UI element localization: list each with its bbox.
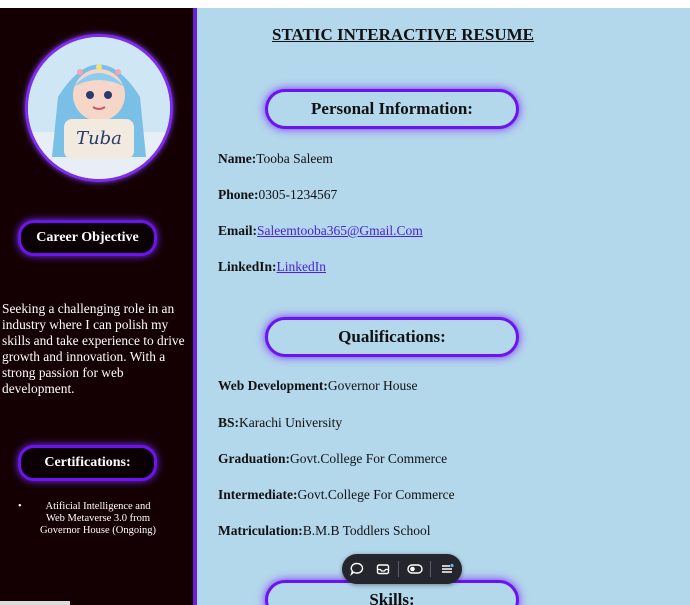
linkedin-row: LinkedIn:LinkedIn [218,259,326,275]
career-objective-text: Seeking a challenging role in an industr… [2,301,185,396]
qualification-label: Graduation: [218,451,291,466]
email-row: Email:Saleemtooba365@Gmail.Com [218,223,423,239]
personal-information-label: Personal Information: [311,99,473,118]
comment-icon[interactable] [347,559,367,579]
svg-text:Tuba: Tuba [76,128,122,149]
qualifications-label: Qualifications: [338,327,446,346]
name-label: Name: [218,151,257,166]
bottom-scrollbar[interactable] [0,601,70,605]
name-row: Name:Tooba Saleem [218,151,333,167]
menu-icon[interactable] [437,559,457,579]
career-objective-label: Career Objective [36,230,139,245]
qualification-value: Govt.College For Commerce [297,487,455,502]
qualification-value: B.M.B Toddlers School [302,523,431,538]
top-bar [0,0,690,8]
page-title: STATIC INTERACTIVE RESUME [272,25,534,44]
certification-text: Atificial Intelligence and Web Metaverse… [39,501,157,536]
avatar: Tuba [25,34,173,182]
sidebar: Tuba Career Objective Seeking a challeng… [0,8,193,605]
phone-value: 0305-1234567 [258,187,338,202]
qualification-row-graduation: Graduation:Govt.College For Commerce [218,451,447,467]
qualification-label: Matriculation: [218,523,303,538]
qualification-label: Web Development: [218,378,328,393]
phone-row: Phone:0305-1234567 [218,187,337,203]
toolbar-divider [430,561,432,577]
linkedin-label: LinkedIn: [218,259,277,274]
certifications-list: • Atificial Intelligence and Web Metaver… [14,501,189,537]
qualification-label: BS: [218,415,240,430]
qualification-value: Karachi University [239,415,343,430]
qualification-row-intermediate: Intermediate:Govt.College For Commerce [218,487,455,503]
main-content: STATIC INTERACTIVE RESUME Personal Infor… [197,8,690,605]
linkedin-link[interactable]: LinkedIn [277,259,327,274]
qualification-value: Govt.College For Commerce [290,451,448,466]
list-item: • Atificial Intelligence and Web Metaver… [14,501,189,537]
qualification-row-matriculation: Matriculation:B.M.B Toddlers School [218,523,431,539]
skills-label: Skills: [369,590,415,605]
career-objective-heading: Career Objective [18,220,157,256]
qualification-row-web-development: Web Development:Governor House [218,378,417,394]
qualification-row-bs: BS:Karachi University [218,415,342,431]
certifications-heading: Certifications: [18,445,157,481]
bullet-icon: • [18,501,22,512]
phone-label: Phone: [218,187,259,202]
toggle-icon[interactable] [405,559,425,579]
email-link[interactable]: Saleemtooba365@Gmail.Com [257,223,423,238]
inbox-icon[interactable] [373,559,393,579]
toolbar-divider [398,561,400,577]
email-label: Email: [218,223,257,238]
qualification-value: Governor House [327,378,418,393]
name-value: Tooba Saleem [256,151,333,166]
certifications-label: Certifications: [44,455,131,470]
personal-information-heading: Personal Information: [265,89,519,129]
floating-toolbar [342,554,462,584]
qualifications-heading: Qualifications: [265,317,519,357]
qualification-label: Intermediate: [218,487,298,502]
